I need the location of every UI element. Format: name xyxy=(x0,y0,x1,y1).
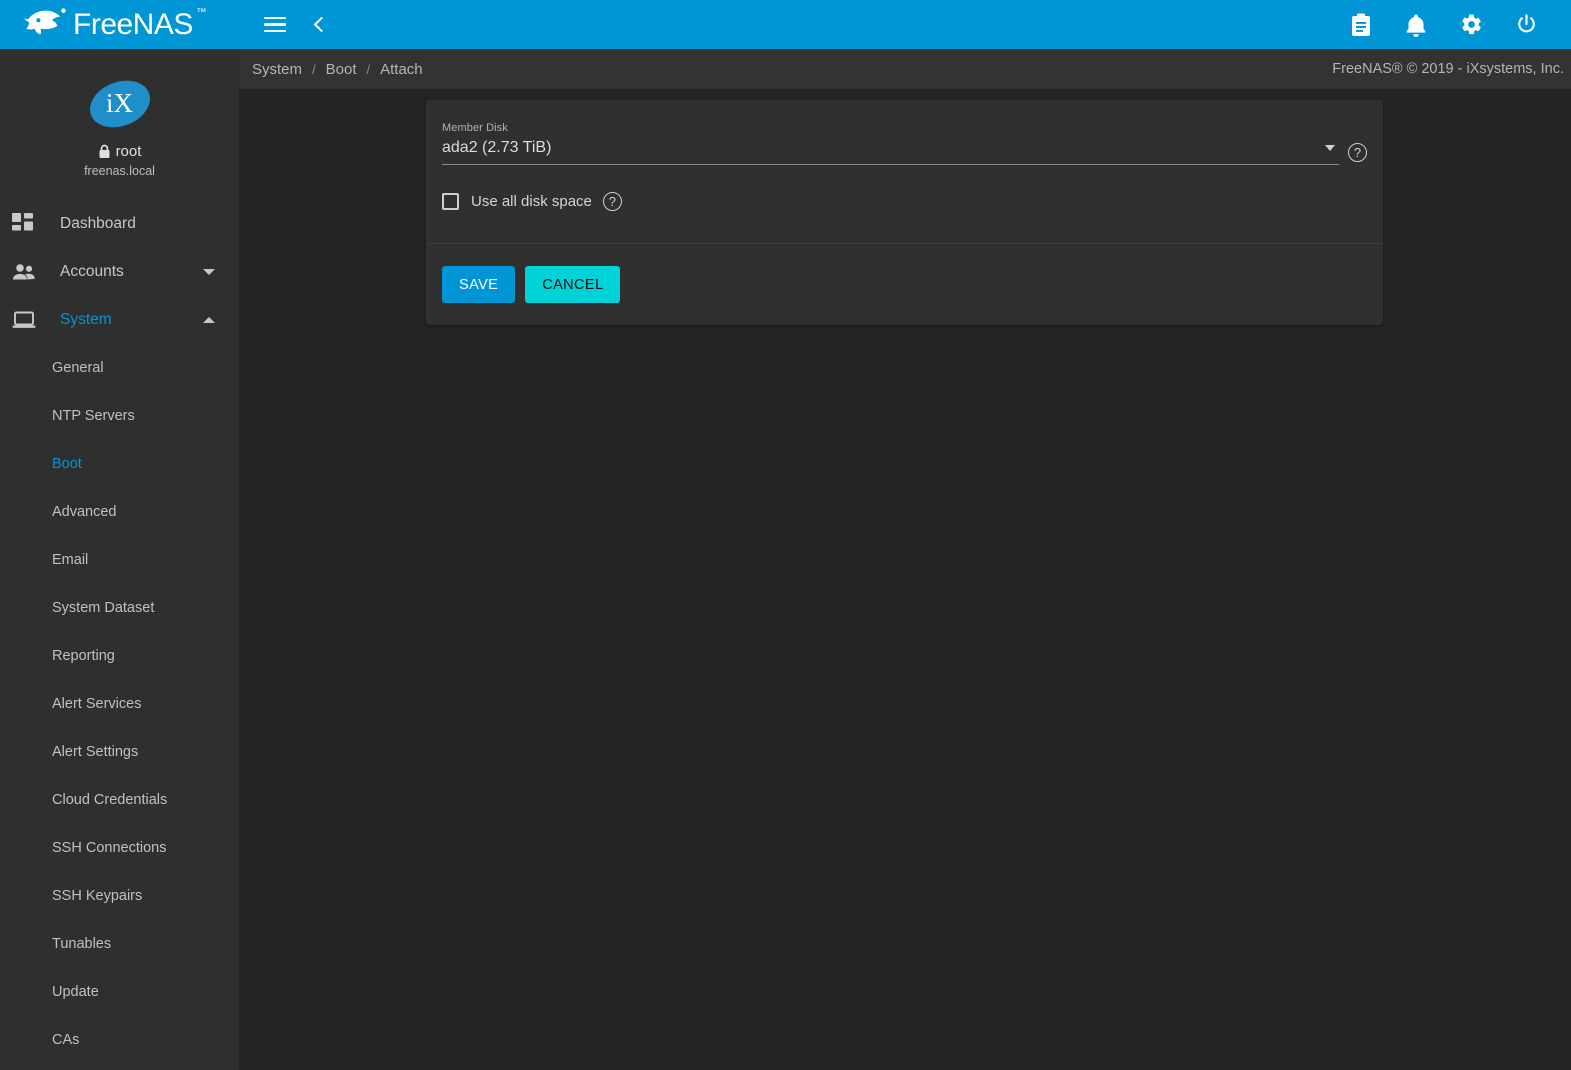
current-user[interactable]: root xyxy=(0,143,239,160)
use-all-disk-space-help-icon[interactable]: ? xyxy=(603,192,622,211)
use-all-disk-space-field: Use all disk space ? xyxy=(442,181,1367,221)
power-icon[interactable] xyxy=(1511,10,1541,40)
sidebar-item-alert-services[interactable]: Alert Services xyxy=(0,680,239,728)
breadcrumb-item-system[interactable]: System xyxy=(248,61,306,78)
member-disk-value: ada2 (2.73 TiB) xyxy=(442,139,1325,157)
sidebar-item-label: System xyxy=(60,311,197,329)
freenas-fish-icon xyxy=(24,8,68,42)
chevron-up-icon[interactable] xyxy=(197,308,221,332)
member-disk-field: Member Disk ada2 (2.73 TiB) ? xyxy=(442,122,1367,165)
menu-icon[interactable] xyxy=(260,10,290,40)
lock-icon xyxy=(98,144,111,159)
sidebar-item-label: Accounts xyxy=(60,263,197,281)
brand-wordmark: FreeNAS™ xyxy=(73,10,193,40)
trademark-mark: ™ xyxy=(196,8,206,18)
sidebar-item-label: Dashboard xyxy=(60,215,239,233)
dropdown-arrow-icon[interactable] xyxy=(1325,145,1335,151)
sidebar-item-system[interactable]: System xyxy=(0,296,239,344)
breadcrumb-item-boot[interactable]: Boot xyxy=(322,61,361,78)
people-icon xyxy=(12,260,44,284)
member-disk-select[interactable]: ada2 (2.73 TiB) xyxy=(442,139,1339,165)
sidebar-item-advanced[interactable]: Advanced xyxy=(0,488,239,536)
sidebar-item-update[interactable]: Update xyxy=(0,968,239,1016)
dashboard-grid-icon xyxy=(12,212,44,236)
chevron-down-icon[interactable] xyxy=(197,260,221,284)
breadcrumb-separator: / xyxy=(361,62,377,77)
sidebar-item-accounts[interactable]: Accounts xyxy=(0,248,239,296)
sidebar-item-ssh-connections[interactable]: SSH Connections xyxy=(0,824,239,872)
chevron-left-icon[interactable] xyxy=(304,10,334,40)
topbar-right-controls xyxy=(1346,10,1571,40)
sidebar-item-email[interactable]: Email xyxy=(0,536,239,584)
bell-icon[interactable] xyxy=(1401,10,1431,40)
gear-icon[interactable] xyxy=(1456,10,1486,40)
ixsystems-logo-icon: iX xyxy=(89,82,151,126)
attach-boot-pool-form-card: Member Disk ada2 (2.73 TiB) ? Use all di… xyxy=(426,100,1383,325)
save-button[interactable]: SAVE xyxy=(442,266,515,303)
sidebar-item-reporting[interactable]: Reporting xyxy=(0,632,239,680)
form-fields: Member Disk ada2 (2.73 TiB) ? Use all di… xyxy=(426,100,1383,243)
user-panel: iX root freenas.local xyxy=(0,49,239,200)
form-action-buttons: SAVE CANCEL xyxy=(426,244,1383,325)
sidebar-item-boot[interactable]: Boot xyxy=(0,440,239,488)
sidebar-item-tunables[interactable]: Tunables xyxy=(0,920,239,968)
copyright-text: FreeNAS® © 2019 - iXsystems, Inc. xyxy=(1332,61,1571,77)
breadcrumb: System / Boot / Attach xyxy=(239,61,427,78)
system-submenu: General NTP Servers Boot Advanced Email … xyxy=(0,344,239,1064)
member-disk-label: Member Disk xyxy=(442,122,1339,134)
breadcrumb-separator: / xyxy=(306,62,322,77)
use-all-disk-space-checkbox[interactable] xyxy=(442,193,459,210)
clipboard-icon[interactable] xyxy=(1346,10,1376,40)
hostname-label: freenas.local xyxy=(0,164,239,178)
laptop-icon xyxy=(12,308,44,332)
sidebar-item-general[interactable]: General xyxy=(0,344,239,392)
sidebar-item-alert-settings[interactable]: Alert Settings xyxy=(0,728,239,776)
member-disk-help-icon[interactable]: ? xyxy=(1348,143,1367,162)
freenas-logo[interactable]: FreeNAS™ xyxy=(0,0,239,49)
cancel-button[interactable]: CANCEL xyxy=(525,266,620,303)
sidebar-item-ntp-servers[interactable]: NTP Servers xyxy=(0,392,239,440)
breadcrumb-item-attach: Attach xyxy=(376,61,427,78)
topbar-left-controls xyxy=(260,10,334,40)
ixsystems-logo-text: iX xyxy=(89,82,151,126)
breadcrumb-bar: System / Boot / Attach FreeNAS® © 2019 -… xyxy=(239,49,1571,89)
use-all-disk-space-label: Use all disk space xyxy=(471,193,592,210)
main-content: Member Disk ada2 (2.73 TiB) ? Use all di… xyxy=(239,89,1571,1070)
sidebar-item-ssh-keypairs[interactable]: SSH Keypairs xyxy=(0,872,239,920)
sidebar-item-cas[interactable]: CAs xyxy=(0,1016,239,1064)
top-app-bar: FreeNAS™ xyxy=(0,0,1571,49)
sidebar-item-cloud-credentials[interactable]: Cloud Credentials xyxy=(0,776,239,824)
username-label: root xyxy=(116,143,142,160)
sidebar-navigation: iX root freenas.local Dashboard xyxy=(0,49,239,1070)
sidebar-item-system-dataset[interactable]: System Dataset xyxy=(0,584,239,632)
sidebar-item-dashboard[interactable]: Dashboard xyxy=(0,200,239,248)
